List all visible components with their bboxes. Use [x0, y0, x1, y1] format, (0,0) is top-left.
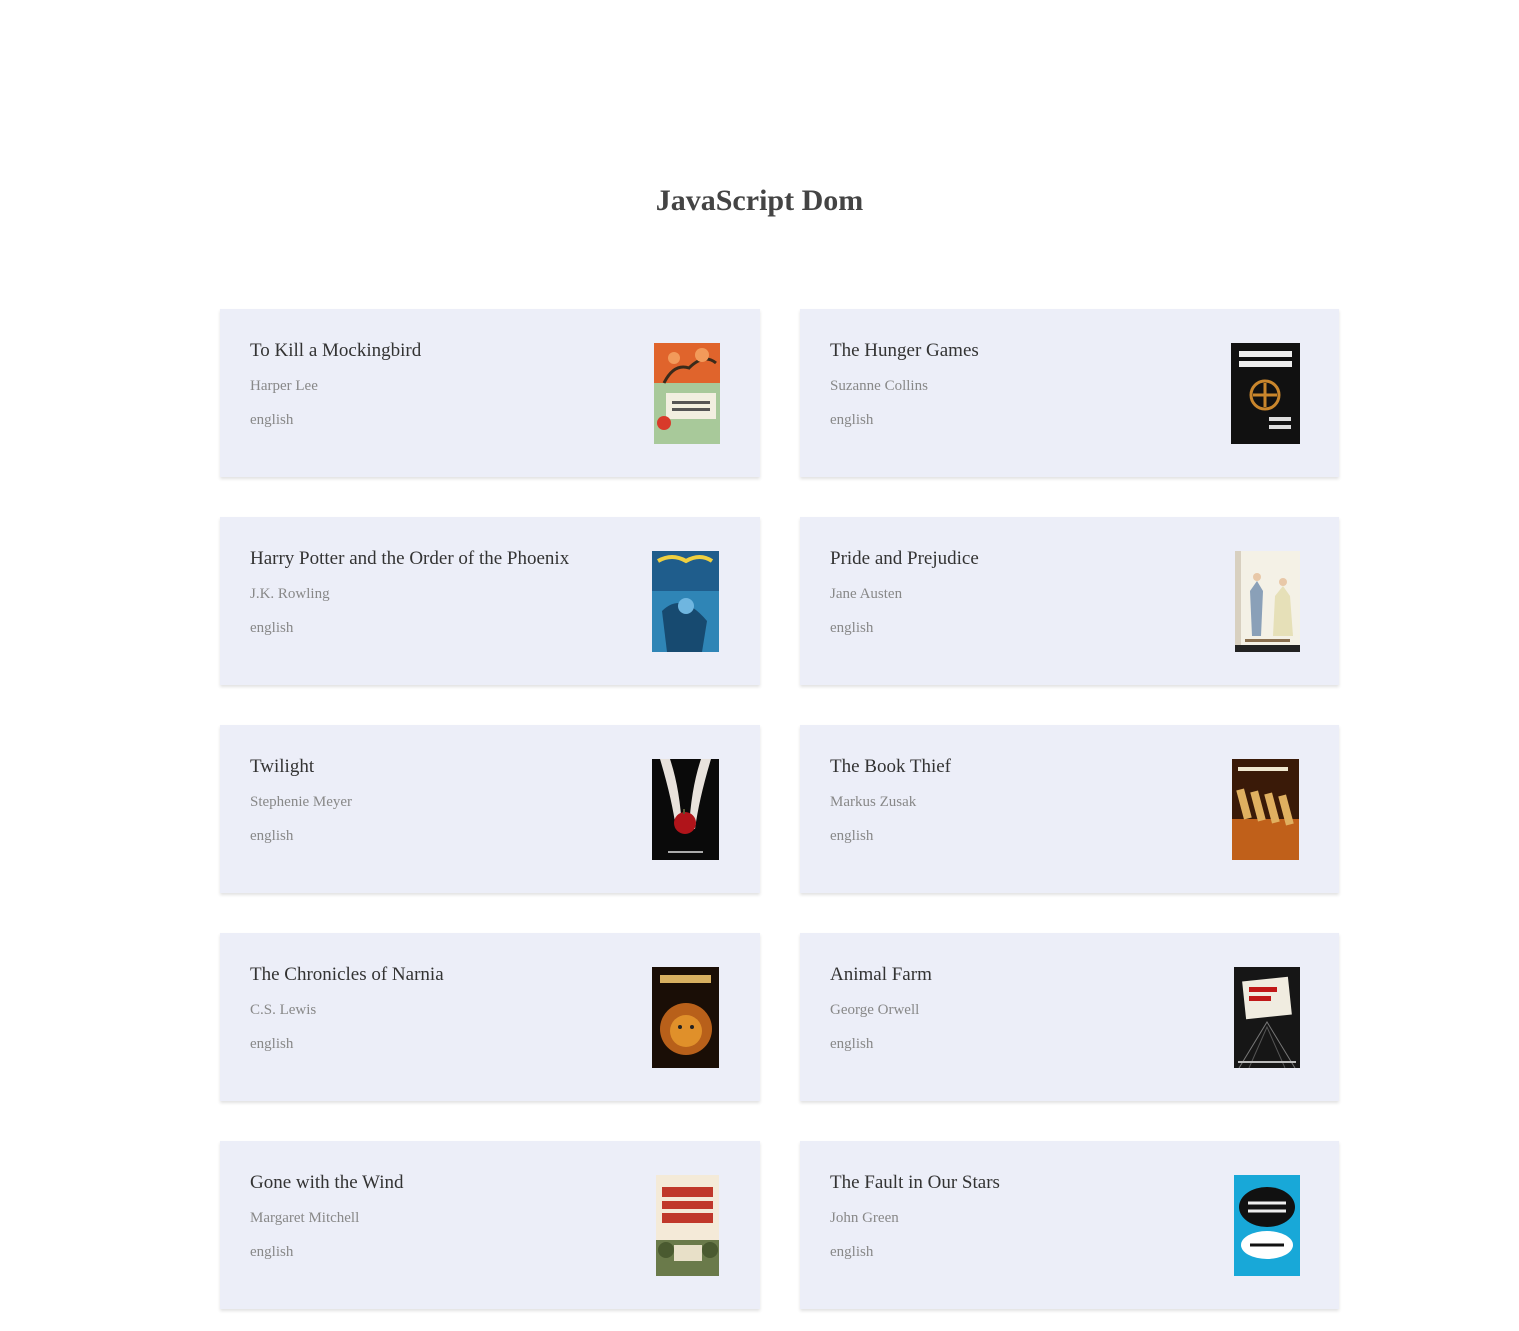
book-cover-image: [1235, 551, 1300, 652]
book-cover-image: [652, 967, 719, 1068]
book-card[interactable]: The Hunger Games Suzanne Collins english: [800, 309, 1339, 477]
book-card[interactable]: The Book Thief Markus Zusak english: [800, 725, 1339, 893]
book-cover-image: [654, 343, 720, 444]
book-cover-image: [1234, 967, 1300, 1068]
book-card[interactable]: The Fault in Our Stars John Green englis…: [800, 1141, 1339, 1309]
book-list: To Kill a Mockingbird Harper Lee english…: [220, 309, 1339, 1309]
book-card[interactable]: To Kill a Mockingbird Harper Lee english: [220, 309, 760, 477]
page-title: JavaScript Dom: [655, 184, 864, 217]
book-cover-image: [1232, 759, 1299, 860]
book-cover-image: [1234, 1175, 1300, 1276]
book-card[interactable]: Twilight Stephenie Meyer english: [220, 725, 760, 893]
book-cover-image: [652, 759, 719, 860]
book-card[interactable]: Pride and Prejudice Jane Austen english: [800, 517, 1339, 685]
book-card[interactable]: Animal Farm George Orwell english: [800, 933, 1339, 1101]
book-card[interactable]: The Chronicles of Narnia C.S. Lewis engl…: [220, 933, 760, 1101]
book-cover-image: [1231, 343, 1300, 444]
book-cover-image: [656, 1175, 719, 1276]
book-card[interactable]: Gone with the Wind Margaret Mitchell eng…: [220, 1141, 760, 1309]
book-cover-image: [652, 551, 719, 652]
book-card[interactable]: Harry Potter and the Order of the Phoeni…: [220, 517, 760, 685]
